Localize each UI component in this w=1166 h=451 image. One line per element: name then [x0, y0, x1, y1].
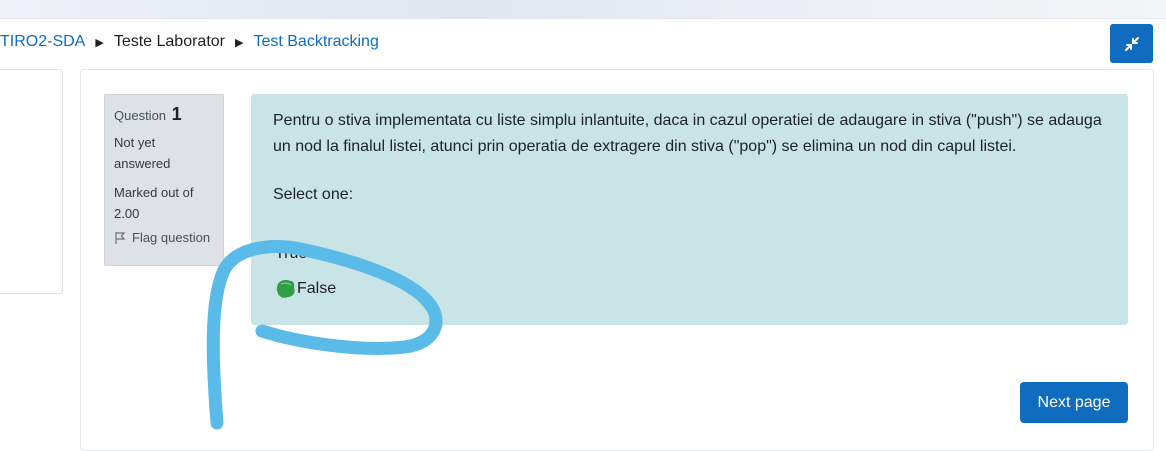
question-info-panel: Question 1 Not yet answered Marked out o…	[104, 94, 224, 266]
breadcrumb-course-link[interactable]: TIRO2-SDA	[0, 33, 85, 51]
breadcrumb-section[interactable]: Teste Laborator	[114, 33, 225, 51]
question-text: Pentru o stiva implementata cu liste sim…	[273, 112, 1102, 155]
next-page-button[interactable]: Next page	[1020, 382, 1128, 423]
question-number: Question 1	[114, 104, 182, 124]
answer-option-false[interactable]: False	[275, 276, 336, 302]
breadcrumb: TIRO2-SDA ▶ Teste Laborator ▶ Test Backt…	[0, 30, 379, 54]
collapse-fullscreen-button[interactable]	[1110, 24, 1153, 63]
select-one-label: Select one:	[273, 186, 354, 203]
answer-option-true-label: True	[275, 245, 308, 262]
question-formulation: Pentru o stiva implementata cu liste sim…	[251, 94, 1128, 325]
breadcrumb-separator-icon: ▶	[235, 36, 244, 49]
answer-option-true[interactable]: True	[275, 241, 307, 267]
breadcrumb-quiz-link[interactable]: Test Backtracking	[253, 33, 378, 51]
flag-icon	[115, 231, 126, 244]
question-grade: Marked out of 2.00	[114, 185, 194, 221]
breadcrumb-separator-icon: ▶	[95, 36, 104, 49]
compress-icon	[1124, 36, 1139, 51]
quiz-navigation-block	[0, 69, 63, 294]
flag-question-link[interactable]: Flag question	[114, 230, 214, 245]
green-marker-icon	[276, 280, 295, 298]
question-state: Not yet answered	[114, 135, 171, 171]
answer-option-false-label: False	[297, 280, 337, 297]
page-header-background	[0, 0, 1166, 19]
